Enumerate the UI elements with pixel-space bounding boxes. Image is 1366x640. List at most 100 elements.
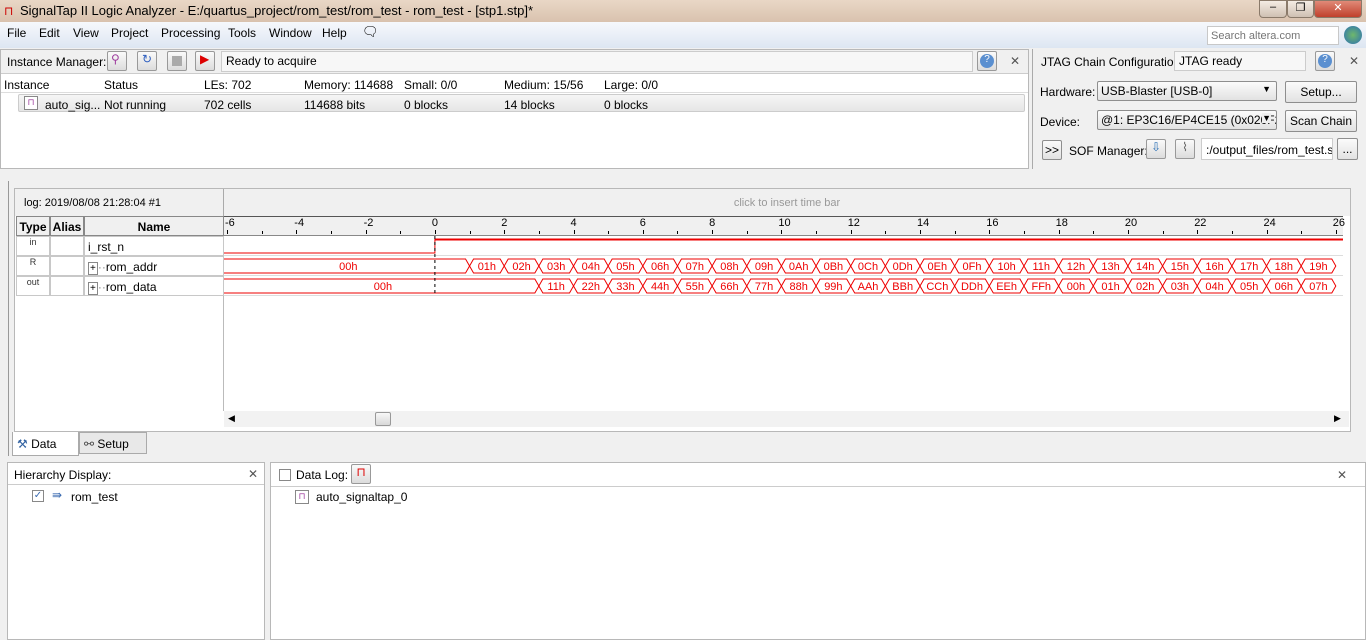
- signal-name[interactable]: + ··rom_addr: [84, 256, 224, 276]
- scroll-right-icon[interactable]: ▶: [1334, 413, 1341, 424]
- bus-value-label: AAh: [858, 281, 879, 293]
- data-log-checkbox[interactable]: [279, 469, 291, 481]
- bus-value-label: 10h: [997, 261, 1015, 273]
- axis-tick: [1266, 230, 1268, 234]
- bus-value-label: 02h: [512, 261, 530, 273]
- jtag-status: JTAG ready: [1174, 51, 1306, 71]
- run-analysis-button[interactable]: ↻: [137, 51, 157, 71]
- data-log-panel: Data Log: ⊓ ✕ ⊓ auto_signaltap_0: [270, 462, 1366, 640]
- bus-value-label: CCh: [926, 281, 948, 293]
- close-panel-icon[interactable]: ✕: [1349, 54, 1359, 68]
- axis-tick: [608, 231, 610, 234]
- bus-value-label: 0Eh: [928, 261, 948, 273]
- bus-value-label: 01h: [1101, 281, 1119, 293]
- bus-value-label: 02h: [1136, 281, 1154, 293]
- axis-tick: [1058, 230, 1060, 234]
- tab-setup[interactable]: ⚯ Setup: [79, 432, 147, 454]
- instance-memory: 114688 bits: [304, 98, 366, 112]
- axis-tick: [1197, 230, 1199, 234]
- axis-tick-label: -4: [294, 217, 305, 229]
- axis-tick: [989, 230, 991, 234]
- bus-value-label: BBh: [892, 281, 913, 293]
- tab-data[interactable]: ⚒ Data: [12, 432, 79, 456]
- hierarchy-item[interactable]: rom_test: [71, 490, 118, 504]
- col-medium: Medium: 15/56: [504, 78, 584, 92]
- bus-value-label: 11h: [1033, 261, 1051, 273]
- chat-icon[interactable]: 🗨: [362, 24, 379, 40]
- stop-button[interactable]: [167, 51, 187, 71]
- menu-tools[interactable]: Tools: [228, 26, 256, 40]
- axis-tick-label: 12: [847, 217, 860, 229]
- axis-tick-label: 8: [709, 217, 716, 229]
- minimize-button[interactable]: –: [1259, 0, 1287, 18]
- instance-icon: ⊓: [24, 96, 38, 110]
- menu-help[interactable]: Help: [322, 26, 347, 40]
- axis-tick-label: 16: [986, 217, 999, 229]
- axis-tick: [816, 231, 818, 234]
- alias-cell: [50, 276, 84, 296]
- signal-name[interactable]: + ··rom_data: [84, 276, 224, 296]
- jtag-help-button[interactable]: ?: [1315, 51, 1335, 71]
- close-panel-icon[interactable]: ✕: [1010, 54, 1020, 68]
- data-log-button[interactable]: ⊓: [351, 464, 371, 484]
- alias-cell: [50, 236, 84, 256]
- waveform-canvas[interactable]: 00h 01h 02h 03h 04h 05h 06h 07h 08h 09h 0Ah 0Bh 0Ch 0…: [224, 236, 1343, 411]
- log-header: log: 2019/08/08 21:28:04 #1: [15, 189, 224, 216]
- close-button[interactable]: ✕: [1314, 0, 1362, 18]
- bus-value-label: 11h: [547, 281, 565, 293]
- read-data-button[interactable]: ▶: [195, 51, 215, 71]
- data-log-item[interactable]: auto_signaltap_0: [316, 490, 407, 504]
- setup-button[interactable]: Setup...: [1285, 81, 1357, 103]
- browse-button[interactable]: ...: [1337, 138, 1358, 160]
- device-value: @1: EP3C16/EP4CE15 (0x020F2: [1101, 113, 1277, 127]
- time-axis: -6 -4 -2 0 2 4 6 8 10 12 14 16 18 20 22 24 26: [224, 216, 1345, 236]
- menu-file[interactable]: File: [7, 26, 26, 40]
- axis-tick: [677, 231, 679, 234]
- stop-icon: [172, 56, 182, 66]
- hardware-label: Hardware:: [1040, 85, 1096, 99]
- scrollbar-thumb[interactable]: [375, 412, 391, 426]
- read-data-icon: ▶: [200, 52, 210, 66]
- sof-path-field[interactable]: :/output_files/rom_test.sof: [1201, 138, 1333, 160]
- instance-large: 0 blocks: [604, 98, 649, 112]
- menu-edit[interactable]: Edit: [39, 26, 60, 40]
- hierarchy-checkbox[interactable]: ✓: [32, 490, 44, 502]
- globe-icon[interactable]: [1344, 26, 1362, 44]
- time-bar-area[interactable]: click to insert time bar: [224, 189, 1350, 216]
- axis-tick-label: 6: [639, 217, 646, 229]
- axis-tick-label: 2: [501, 217, 508, 229]
- menu-window[interactable]: Window: [269, 26, 312, 40]
- axis-tick: [781, 230, 783, 234]
- menu-project[interactable]: Project: [111, 26, 148, 40]
- instance-medium: 14 blocks: [504, 98, 555, 112]
- bus-value-label: 16h: [1205, 261, 1223, 273]
- expand-icon[interactable]: +: [88, 262, 98, 275]
- menu-processing[interactable]: Processing: [161, 26, 220, 40]
- bus-value-label: 44h: [651, 281, 669, 293]
- signal-name[interactable]: i_rst_n: [84, 236, 224, 256]
- col-type: Type: [16, 216, 50, 236]
- hardware-select[interactable]: USB-Blaster [USB-0] ▼: [1097, 81, 1277, 101]
- chevron-down-icon: ▼: [1262, 84, 1271, 94]
- axis-tick: [746, 231, 748, 234]
- close-panel-icon[interactable]: ✕: [248, 467, 258, 481]
- close-panel-icon[interactable]: ✕: [1337, 468, 1347, 482]
- autorun-button[interactable]: ⚲: [107, 51, 127, 71]
- search-input[interactable]: [1207, 26, 1339, 45]
- device-select[interactable]: @1: EP3C16/EP4CE15 (0x020F2 ▼: [1097, 110, 1277, 130]
- bus-value-label: 19h: [1309, 261, 1327, 273]
- axis-tick-label: 10: [778, 217, 791, 229]
- horizontal-scrollbar[interactable]: ◀ ▶: [224, 411, 1349, 427]
- menu-view[interactable]: View: [73, 26, 99, 40]
- restore-button[interactable]: ❐: [1287, 0, 1314, 18]
- expand-icon[interactable]: +: [88, 282, 98, 295]
- attach-sof-button[interactable]: ⌇: [1175, 139, 1195, 159]
- scan-chain-button[interactable]: Scan Chain: [1285, 110, 1357, 132]
- expand-button[interactable]: >>: [1042, 140, 1062, 160]
- scroll-left-icon[interactable]: ◀: [228, 413, 235, 424]
- col-les: LEs: 702: [204, 78, 252, 92]
- bus-value-label: FFh: [1031, 281, 1051, 293]
- col-memory: Memory: 114688: [304, 78, 394, 92]
- help-button[interactable]: ?: [977, 51, 997, 71]
- program-device-button[interactable]: ⇩: [1146, 139, 1166, 159]
